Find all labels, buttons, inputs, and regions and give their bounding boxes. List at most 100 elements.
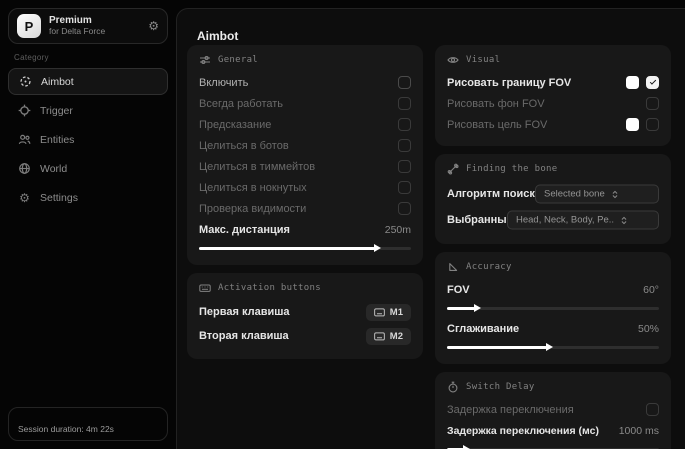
- toggle-row: Проверка видимости: [199, 198, 411, 219]
- left-column: General Включить Всегда работать Предска…: [187, 45, 423, 367]
- keybind-row: Первая клавиша M1: [199, 300, 411, 324]
- slider-value: 60°: [643, 284, 659, 296]
- sidebar-item-aimbot[interactable]: Aimbot: [8, 68, 168, 95]
- checkbox[interactable]: [646, 97, 659, 110]
- switch-delay-slider[interactable]: [447, 443, 659, 449]
- sidebar-item-settings[interactable]: ⚙ Settings: [8, 184, 168, 211]
- bone-algorithm-select[interactable]: Selected bone: [535, 185, 659, 204]
- panel-title: Visual: [466, 55, 500, 65]
- color-swatch[interactable]: [626, 118, 639, 131]
- panel-title: General: [218, 55, 258, 65]
- select-row: Выбранные кости Head, Neck, Body, Pe..: [447, 207, 659, 233]
- right-column: Visual Рисовать границу FOV Рисовать фон…: [435, 45, 671, 449]
- panel-title: Accuracy: [466, 262, 512, 272]
- panel-title: Activation buttons: [218, 283, 321, 293]
- sidebar-item-entities[interactable]: Entities: [8, 126, 168, 153]
- selected-bones-select[interactable]: Head, Neck, Body, Pe..: [507, 211, 659, 230]
- unfold-icon: [610, 189, 620, 199]
- toggle-row: Целиться в нокнутых: [199, 177, 411, 198]
- sidebar-item-label: Entities: [40, 134, 74, 146]
- panel-title: Switch Delay: [466, 382, 535, 392]
- slider-value: 1000 ms: [619, 425, 659, 437]
- toggle-row: Всегда работать: [199, 93, 411, 114]
- finding-bone-panel: Finding the bone Алгоритм поиска костей …: [435, 154, 671, 244]
- toggle-row: Рисовать цель FOV: [447, 114, 659, 135]
- select-row: Алгоритм поиска костей Selected bone: [447, 181, 659, 207]
- visual-panel: Visual Рисовать границу FOV Рисовать фон…: [435, 45, 671, 146]
- session-duration-text: Session duration: 4m 22s: [18, 424, 114, 434]
- app-window: P Premium for Delta Force ⚙ Category Aim…: [0, 0, 685, 449]
- checkbox[interactable]: [398, 160, 411, 173]
- users-icon: [18, 133, 31, 146]
- checkbox[interactable]: [398, 139, 411, 152]
- accuracy-panel: Accuracy FOV 60° Сглаживание 50%: [435, 252, 671, 364]
- sidebar: P Premium for Delta Force ⚙ Category Aim…: [0, 0, 176, 449]
- sidebar-item-world[interactable]: World: [8, 155, 168, 182]
- general-panel: General Включить Всегда работать Предска…: [187, 45, 423, 265]
- keybind-value: M2: [390, 331, 403, 342]
- set-square-icon: [447, 261, 459, 273]
- slider-value: 250m: [385, 224, 411, 236]
- slider-label-row: Сглаживание 50%: [447, 318, 659, 339]
- sidebar-item-label: Settings: [40, 192, 78, 204]
- toggle-row: Включить: [199, 72, 411, 93]
- slider-thumb[interactable]: [463, 445, 470, 449]
- gear-icon: ⚙: [18, 191, 31, 204]
- first-key-button[interactable]: M1: [366, 304, 411, 321]
- premium-card: P Premium for Delta Force ⚙: [8, 8, 168, 44]
- checkbox[interactable]: [646, 403, 659, 416]
- color-swatch[interactable]: [626, 76, 639, 89]
- fov-slider[interactable]: [447, 302, 659, 314]
- max-distance-slider[interactable]: [199, 242, 411, 254]
- sidebar-nav: Aimbot Trigger: [8, 68, 168, 213]
- sliders-icon: [199, 54, 211, 66]
- keybind-value: M1: [390, 307, 403, 318]
- product-subtitle: for Delta Force: [49, 27, 140, 37]
- switch-delay-panel: Switch Delay Задержка переключения Задер…: [435, 372, 671, 449]
- slider-label-row: Задержка переключения (мс) 1000 ms: [447, 420, 659, 441]
- slider-value: 50%: [638, 323, 659, 335]
- checkbox[interactable]: [398, 118, 411, 131]
- checkbox[interactable]: [398, 76, 411, 89]
- sidebar-item-label: Trigger: [40, 105, 73, 117]
- smoothing-slider[interactable]: [447, 341, 659, 353]
- category-label: Category: [14, 53, 49, 62]
- activation-buttons-panel: Activation buttons Первая клавиша M1: [187, 273, 423, 359]
- keyboard-icon: [374, 308, 385, 317]
- eye-icon: [447, 54, 459, 66]
- sidebar-item-label: Aimbot: [41, 76, 74, 88]
- second-key-button[interactable]: M2: [366, 328, 411, 345]
- slider-thumb[interactable]: [546, 343, 553, 351]
- toggle-row: Задержка переключения: [447, 399, 659, 420]
- checkbox[interactable]: [646, 76, 659, 89]
- timer-icon: [447, 381, 459, 393]
- keyboard-icon: [199, 282, 211, 294]
- bone-icon: [447, 163, 459, 175]
- toggle-row: Рисовать фон FOV: [447, 93, 659, 114]
- gear-icon[interactable]: ⚙: [148, 19, 159, 33]
- app-logo: P: [17, 14, 41, 38]
- keybind-row: Вторая клавиша M2: [199, 324, 411, 348]
- toggle-row: Рисовать границу FOV: [447, 72, 659, 93]
- panel-title: Finding the bone: [466, 164, 558, 174]
- checkbox[interactable]: [398, 97, 411, 110]
- toggle-row: Предсказание: [199, 114, 411, 135]
- check-icon: [649, 78, 655, 84]
- page-title: Aimbot: [197, 29, 238, 43]
- crosshair-scan-icon: [19, 75, 32, 88]
- checkbox[interactable]: [646, 118, 659, 131]
- sidebar-item-label: World: [40, 163, 67, 175]
- toggle-row: Целиться в ботов: [199, 135, 411, 156]
- toggle-row: Целиться в тиммейтов: [199, 156, 411, 177]
- main-content: Aimbot General Включить: [176, 8, 685, 449]
- checkbox[interactable]: [398, 202, 411, 215]
- unfold-icon: [619, 215, 629, 225]
- slider-thumb[interactable]: [374, 244, 381, 252]
- globe-icon: [18, 162, 31, 175]
- slider-label-row: FOV 60°: [447, 279, 659, 300]
- checkbox[interactable]: [398, 181, 411, 194]
- sidebar-item-trigger[interactable]: Trigger: [8, 97, 168, 124]
- slider-thumb[interactable]: [474, 304, 481, 312]
- slider-label-row: Макс. дистанция 250m: [199, 219, 411, 240]
- session-duration-card: Session duration: 4m 22s: [8, 407, 168, 441]
